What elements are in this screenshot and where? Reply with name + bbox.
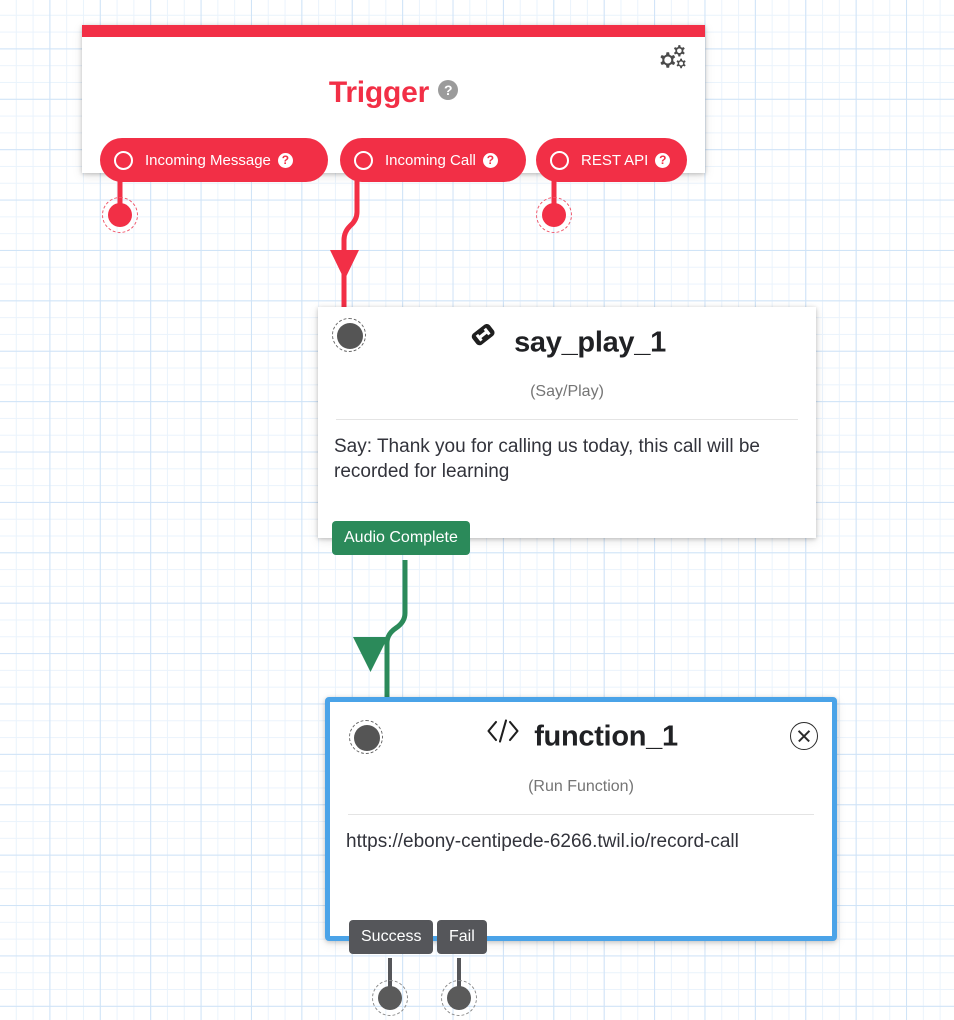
function-body-text: https://ebony-centipede-6266.twil.io/rec… xyxy=(346,831,739,852)
say-play-body-text: Say: Thank you for calling us today, thi… xyxy=(334,436,760,483)
radio-unselected-icon[interactable] xyxy=(550,150,569,170)
function-input-port[interactable] xyxy=(349,720,383,754)
incoming-call-help-icon[interactable]: ? xyxy=(482,152,498,168)
function-title: function_1 xyxy=(330,719,832,755)
endpoint-dot-rest-api[interactable] xyxy=(536,197,572,233)
phone-handset-icon xyxy=(468,322,502,360)
say-play-header: say_play_1 xyxy=(318,307,816,379)
trigger-pill-label: REST API xyxy=(581,151,649,169)
say-play-node[interactable]: say_play_1 (Say/Play) Say: Thank you for… xyxy=(318,307,816,538)
rest-api-help-icon[interactable]: ? xyxy=(655,152,671,168)
trigger-widget[interactable]: Trigger? Incoming Message ? Incoming Cal… xyxy=(82,25,705,182)
say-play-input-port[interactable] xyxy=(332,318,366,352)
say-play-subtitle: (Say/Play) xyxy=(530,383,604,400)
transition-success[interactable]: Success xyxy=(349,920,434,954)
code-brackets-icon xyxy=(484,717,522,753)
radio-unselected-icon[interactable] xyxy=(354,150,373,170)
trigger-pill-incoming-call[interactable]: Incoming Call ? xyxy=(340,138,526,182)
transition-audio-complete[interactable]: Audio Complete xyxy=(332,521,470,555)
trigger-pill-rest-api[interactable]: REST API ? xyxy=(536,138,687,182)
trigger-pills: Incoming Message ? Incoming Call ? REST … xyxy=(82,138,705,182)
close-circle-icon[interactable] xyxy=(790,722,818,750)
incoming-message-help-icon[interactable]: ? xyxy=(277,152,293,168)
trigger-accent-bar xyxy=(82,25,705,37)
transition-fail[interactable]: Fail xyxy=(437,920,487,954)
trigger-pill-label: Incoming Message xyxy=(145,151,271,169)
endpoint-dot-incoming-message[interactable] xyxy=(102,197,138,233)
trigger-title-text: Trigger xyxy=(328,76,430,110)
function-header: function_1 xyxy=(330,702,832,774)
function-node[interactable]: function_1 (Run Function) https://ebony-… xyxy=(325,697,837,941)
trigger-help-icon[interactable]: ? xyxy=(438,80,459,101)
radio-unselected-icon[interactable] xyxy=(114,150,133,170)
trigger-title: Trigger? xyxy=(82,75,705,110)
say-play-title: say_play_1 xyxy=(318,322,816,362)
gears-icon[interactable] xyxy=(649,39,689,79)
say-play-title-text: say_play_1 xyxy=(514,326,666,359)
trigger-pill-label: Incoming Call xyxy=(385,151,476,169)
endpoint-dot-fail[interactable] xyxy=(441,980,477,1016)
function-subtitle: (Run Function) xyxy=(528,778,634,795)
endpoint-dot-success[interactable] xyxy=(372,980,408,1016)
function-title-text: function_1 xyxy=(534,720,678,753)
trigger-pill-incoming-message[interactable]: Incoming Message ? xyxy=(100,138,328,182)
